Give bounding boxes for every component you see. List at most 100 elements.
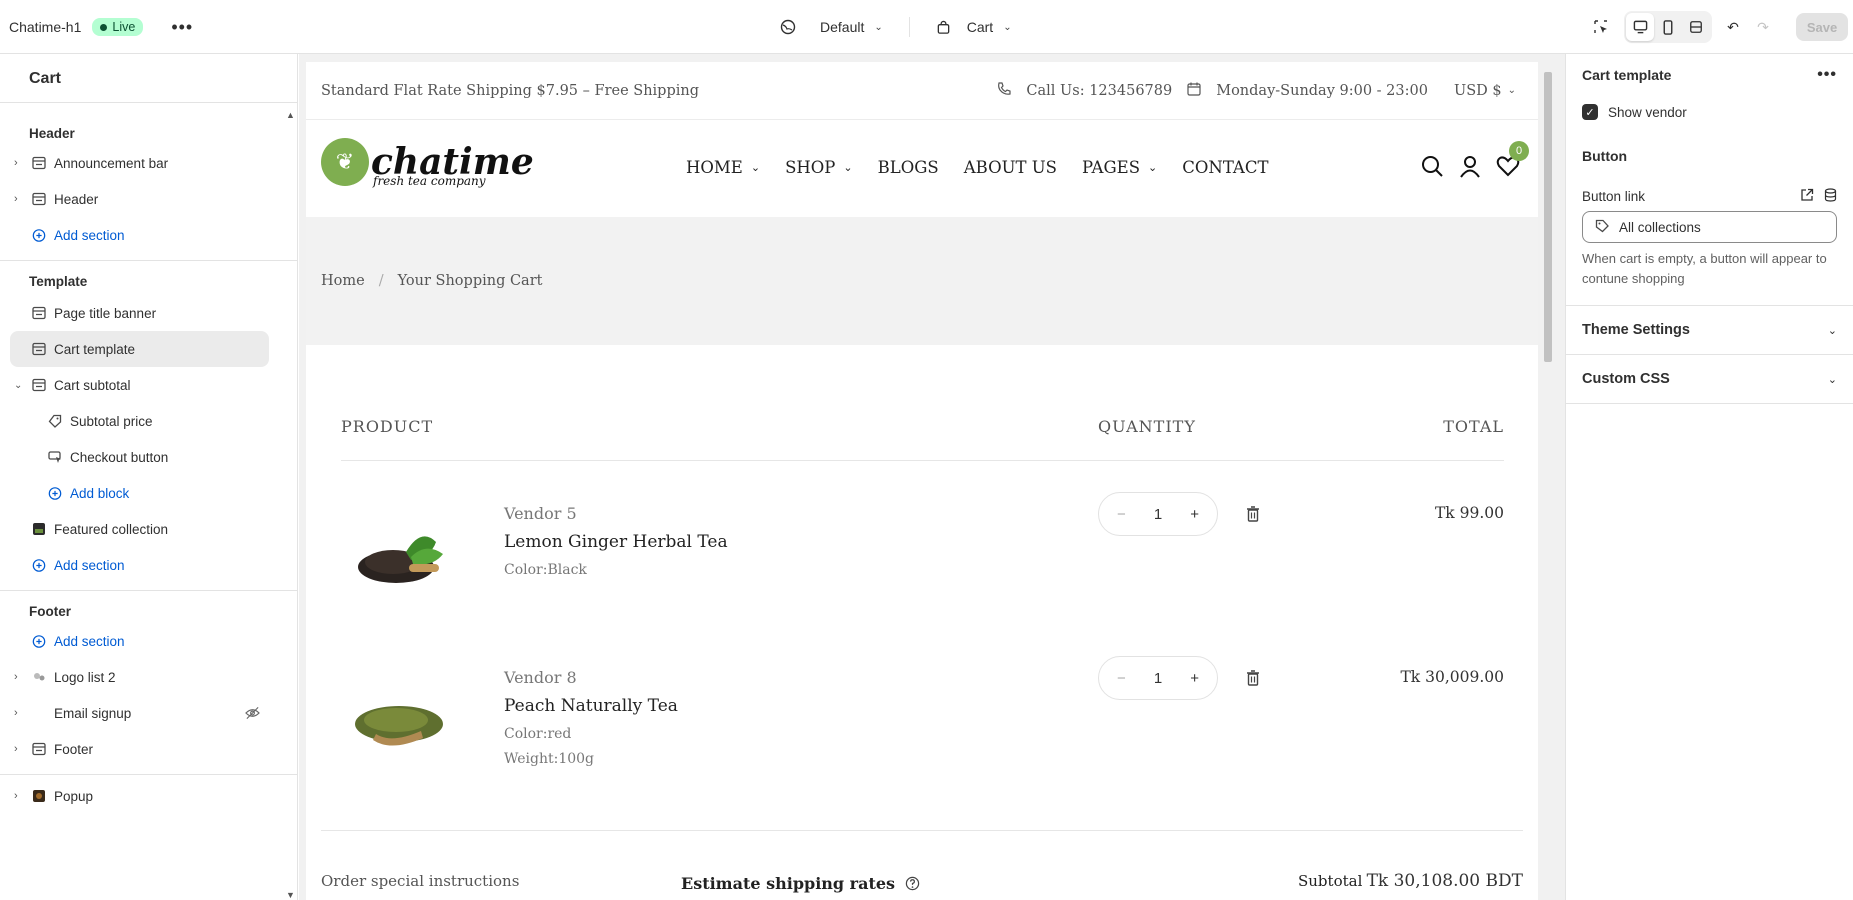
- currency-selector[interactable]: USD $ ⌄: [1454, 83, 1516, 99]
- menu-item-contact[interactable]: CONTACT: [1182, 158, 1268, 177]
- quantity-value[interactable]: 1: [1154, 506, 1162, 523]
- plus-icon[interactable]: +: [1190, 670, 1199, 687]
- chevron-down-icon: ⌄: [1003, 21, 1012, 33]
- sidebar-item-popup[interactable]: › Popup: [0, 778, 297, 814]
- button-cursor-icon: [48, 450, 62, 464]
- add-block-label: Add block: [70, 485, 130, 501]
- call-text[interactable]: Call Us: 123456789: [1026, 83, 1172, 99]
- plus-icon[interactable]: +: [1190, 506, 1199, 523]
- scroll-down-icon[interactable]: ▼: [286, 890, 295, 900]
- sidebar-divider: [0, 590, 297, 591]
- sidebar-item-footer[interactable]: › Footer: [0, 731, 297, 767]
- wishlist-heart-icon[interactable]: 0: [1496, 141, 1529, 181]
- section-icon: [32, 378, 46, 392]
- menu-item-home[interactable]: HOME ⌄: [686, 158, 760, 177]
- minus-icon[interactable]: −: [1117, 670, 1126, 687]
- undo-icon[interactable]: ↶: [1720, 14, 1746, 40]
- inspector-icon[interactable]: [1588, 14, 1614, 40]
- column-total: TOTAL: [1443, 417, 1504, 436]
- item-option: Color:Black: [504, 562, 587, 578]
- item-total: Tk 30,009.00: [1400, 668, 1504, 686]
- sidebar-item-label: Email signup: [54, 705, 132, 721]
- chevron-right-icon[interactable]: ›: [14, 790, 18, 802]
- sidebar-item-header[interactable]: › Header: [0, 181, 297, 217]
- chevron-down-icon: ⌄: [1507, 85, 1516, 96]
- topbar-divider: [908, 17, 910, 37]
- sidebar-item-featured-collection[interactable]: Featured collection: [0, 511, 297, 547]
- account-icon[interactable]: [1458, 154, 1482, 182]
- page-selector[interactable]: Cart ⌄: [936, 19, 1012, 35]
- sidebar-item-checkout-button[interactable]: Checkout button: [0, 439, 297, 475]
- store-logo[interactable]: ❦ chatime fresh tea company: [321, 138, 534, 188]
- cart-divider: [321, 830, 1523, 831]
- theme-selector[interactable]: Default ⌄: [780, 19, 883, 35]
- hidden-eye-icon[interactable]: [245, 706, 260, 723]
- chevron-right-icon[interactable]: ›: [14, 193, 18, 205]
- sidebar-item-email-signup[interactable]: › Email signup: [0, 695, 297, 731]
- save-button[interactable]: Save: [1796, 13, 1848, 41]
- section-icon: [32, 742, 46, 756]
- trash-icon[interactable]: [1246, 670, 1260, 686]
- add-block-button[interactable]: Add block: [0, 475, 297, 511]
- desktop-icon[interactable]: [1626, 13, 1654, 41]
- sidebar-item-label: Announcement bar: [54, 155, 169, 171]
- mobile-icon[interactable]: [1654, 13, 1682, 41]
- estimate-shipping-label: Estimate shipping rates: [681, 874, 896, 893]
- fullscreen-icon[interactable]: [1682, 13, 1710, 41]
- external-link-icon[interactable]: [1800, 188, 1814, 205]
- chevron-down-icon[interactable]: ⌄: [14, 380, 22, 391]
- menu-label: ABOUT US: [963, 158, 1057, 177]
- announcement-text: Standard Flat Rate Shipping $7.95 – Free…: [321, 82, 699, 99]
- sidebar-item-label: Footer: [54, 741, 94, 757]
- item-name[interactable]: Lemon Ginger Herbal Tea: [504, 532, 728, 552]
- preview-scrollbar[interactable]: [1541, 62, 1555, 900]
- add-section-header[interactable]: Add section: [0, 217, 297, 253]
- product-image[interactable]: [351, 512, 451, 592]
- sidebar-item-subtotal-price[interactable]: Subtotal price: [0, 403, 297, 439]
- product-image[interactable]: [351, 676, 451, 756]
- chevron-right-icon[interactable]: ›: [14, 157, 18, 169]
- search-icon[interactable]: [1420, 154, 1444, 182]
- chevron-right-icon[interactable]: ›: [14, 707, 18, 719]
- sidebar-item-label: Header: [54, 191, 99, 207]
- show-vendor-label: Show vendor: [1608, 104, 1687, 120]
- custom-css-accordion[interactable]: Custom CSS ⌄: [1566, 354, 1853, 403]
- scroll-up-icon[interactable]: ▲: [286, 110, 295, 120]
- chevron-down-icon: ⌄: [1148, 161, 1158, 174]
- add-circle-icon: [48, 486, 62, 500]
- menu-item-shop[interactable]: SHOP ⌄: [785, 158, 853, 177]
- settings-title: Cart template: [1582, 67, 1672, 83]
- button-link-field[interactable]: All collections: [1582, 211, 1837, 243]
- more-actions-icon[interactable]: •••: [171, 17, 193, 38]
- redo-icon[interactable]: ↷: [1750, 14, 1776, 40]
- item-name[interactable]: Peach Naturally Tea: [504, 696, 678, 716]
- sidebar-item-cart-subtotal[interactable]: ⌄ Cart subtotal: [0, 367, 297, 403]
- menu-item-blogs[interactable]: BLOGS: [878, 158, 939, 177]
- breadcrumb-home[interactable]: Home: [321, 273, 365, 289]
- sidebar-item-page-title-banner[interactable]: Page title banner: [0, 295, 297, 331]
- show-vendor-checkbox[interactable]: ✓ Show vendor: [1582, 104, 1837, 120]
- sidebar-item-logo-list-2[interactable]: › Logo list 2: [0, 659, 297, 695]
- sidebar-item-label: Cart subtotal: [54, 377, 131, 393]
- sections-sidebar: Cart ▲ Header › Announcement bar › Heade…: [0, 54, 298, 900]
- add-section-footer[interactable]: Add section: [0, 623, 297, 659]
- checkmark-icon[interactable]: ✓: [1582, 104, 1598, 120]
- chevron-right-icon[interactable]: ›: [14, 743, 18, 755]
- scrollbar-thumb[interactable]: [1544, 72, 1552, 362]
- chevron-right-icon[interactable]: ›: [14, 671, 18, 683]
- help-circle-icon[interactable]: [905, 876, 920, 891]
- store-name[interactable]: Chatime-h1: [9, 19, 81, 35]
- theme-settings-accordion[interactable]: Theme Settings ⌄: [1566, 305, 1853, 354]
- database-icon[interactable]: [1824, 188, 1837, 205]
- sidebar-item-announcement-bar[interactable]: › Announcement bar: [0, 145, 297, 181]
- price-tag-icon: [48, 414, 62, 428]
- sidebar-item-label: Popup: [54, 788, 94, 804]
- sidebar-item-cart-template[interactable]: Cart template: [10, 331, 269, 367]
- menu-item-pages[interactable]: PAGES ⌄: [1082, 158, 1157, 177]
- quantity-value[interactable]: 1: [1154, 670, 1162, 687]
- add-section-template[interactable]: Add section: [0, 547, 297, 583]
- menu-item-about-us[interactable]: ABOUT US: [964, 158, 1057, 177]
- minus-icon[interactable]: −: [1117, 506, 1126, 523]
- trash-icon[interactable]: [1246, 506, 1260, 522]
- more-actions-icon[interactable]: •••: [1817, 66, 1837, 84]
